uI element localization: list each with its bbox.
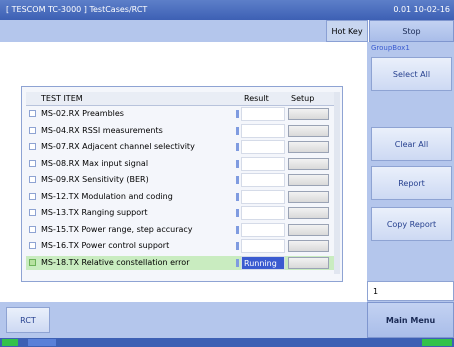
bottom-bar [0, 302, 367, 338]
test-item-name: MS-18.TX Relative constellation error [41, 257, 190, 267]
table-row[interactable]: MS-15.TX Power range, step accuracy [26, 222, 334, 237]
result-marker [236, 176, 239, 184]
hotkey-button[interactable]: Hot Key [326, 20, 368, 42]
test-item-name: MS-12.TX Modulation and coding [41, 191, 173, 201]
test-item-name: MS-13.TX Ranging support [41, 208, 148, 217]
result-cell [241, 239, 285, 253]
title-bar: [ TESCOM TC-3000 ] TestCases/RCT 0.01 10… [0, 0, 454, 20]
result-marker [236, 209, 239, 217]
test-item-name: MS-16.TX Power control support [41, 241, 170, 250]
table-row[interactable]: MS-08.RX Max input signal [26, 156, 334, 171]
table-row[interactable]: MS-09.RX Sensitivity (BER) [26, 173, 334, 187]
row-checkbox[interactable] [29, 143, 36, 150]
status-bar [0, 338, 454, 347]
report-button[interactable]: Report [371, 166, 452, 200]
page-number-box[interactable]: 1 [367, 281, 454, 301]
group-box-label: GroupBox1 [371, 44, 410, 52]
setup-button[interactable] [288, 190, 329, 203]
result-cell [241, 123, 285, 138]
table-row[interactable]: MS-16.TX Power control support [26, 239, 334, 253]
result-marker [236, 143, 239, 151]
table-row[interactable]: MS-12.TX Modulation and coding [26, 189, 334, 204]
result-marker [236, 258, 239, 267]
toolbar-band [0, 20, 367, 42]
row-checkbox[interactable] [29, 192, 36, 200]
table-row[interactable]: MS-13.TX Ranging support [26, 206, 334, 220]
row-checkbox[interactable] [29, 209, 36, 216]
setup-button[interactable] [288, 141, 329, 153]
table-row[interactable]: MS-04.RX RSSI measurements [26, 123, 334, 138]
version-label: 0.01 10-02-16 [393, 5, 450, 14]
table-row[interactable]: MS-02.RX Preambles [26, 107, 334, 121]
row-checkbox[interactable] [29, 126, 36, 134]
result-marker [236, 110, 239, 118]
status-indicator [2, 339, 18, 346]
select-all-button[interactable]: Select All [371, 57, 452, 91]
result-cell [241, 173, 285, 187]
row-checkbox[interactable] [29, 110, 36, 117]
table-scrollbar[interactable] [334, 92, 340, 274]
clear-all-button[interactable]: Clear All [371, 127, 452, 161]
window-title: [ TESCOM TC-3000 ] TestCases/RCT [6, 5, 148, 14]
stop-button[interactable]: Stop [369, 20, 454, 42]
row-checkbox[interactable] [29, 242, 36, 249]
row-checkbox[interactable] [29, 159, 36, 167]
table-row[interactable]: MS-18.TX Relative constellation error Run… [26, 255, 334, 270]
result-cell [241, 206, 285, 220]
result-cell [241, 156, 285, 171]
test-item-name: MS-02.RX Preambles [41, 109, 124, 118]
test-item-name: MS-15.TX Power range, step accuracy [41, 224, 193, 234]
result-marker [236, 159, 239, 168]
setup-button[interactable] [288, 240, 329, 252]
setup-button[interactable] [288, 157, 329, 170]
rct-button[interactable]: RCT [6, 307, 50, 333]
table-row[interactable]: MS-07.RX Adjacent channel selectivity [26, 140, 334, 154]
status-text-area [150, 338, 250, 347]
result-cell [241, 107, 285, 121]
setup-button[interactable] [288, 174, 329, 186]
row-checkbox[interactable] [29, 225, 36, 233]
result-marker [236, 192, 239, 201]
setup-button[interactable] [288, 256, 329, 269]
test-item-name: MS-04.RX RSSI measurements [41, 125, 163, 135]
table-header: TEST ITEM Result Setup [26, 92, 334, 106]
setup-button[interactable] [288, 207, 329, 219]
result-marker [236, 225, 239, 234]
status-indicator-right [422, 339, 452, 346]
header-test-item: TEST ITEM [41, 94, 83, 103]
header-result: Result [244, 94, 269, 103]
result-cell [241, 140, 285, 154]
copy-report-button[interactable]: Copy Report [371, 207, 452, 241]
header-setup: Setup [291, 94, 315, 103]
result-marker [236, 242, 239, 250]
main-menu-button[interactable]: Main Menu [367, 302, 454, 338]
test-item-name: MS-07.RX Adjacent channel selectivity [41, 142, 195, 151]
test-item-name: MS-08.RX Max input signal [41, 158, 149, 168]
row-checkbox[interactable] [29, 176, 36, 183]
setup-button[interactable] [288, 124, 329, 137]
page-number: 1 [373, 287, 379, 296]
result-marker [236, 126, 239, 135]
setup-button[interactable] [288, 108, 329, 120]
setup-button[interactable] [288, 223, 329, 236]
result-cell [241, 222, 285, 237]
row-checkbox[interactable] [29, 258, 36, 266]
result-cell [241, 189, 285, 204]
test-item-name: MS-09.RX Sensitivity (BER) [41, 175, 149, 184]
status-indicator-secondary [28, 339, 56, 346]
result-cell: Running [241, 255, 285, 270]
